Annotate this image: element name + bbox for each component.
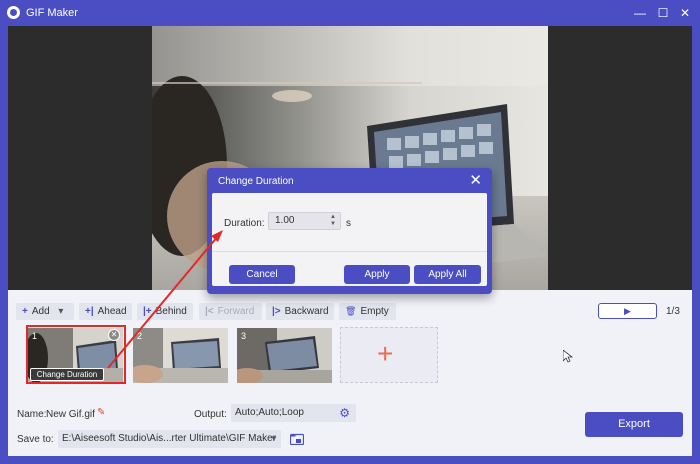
duration-label: Duration: (224, 218, 265, 229)
export-button[interactable]: Export (585, 412, 683, 437)
output-settings-field[interactable]: Auto;Auto;Loop ⚙ (231, 404, 356, 422)
app-logo-icon (7, 6, 20, 19)
forward-button-label: Forward (217, 306, 255, 317)
change-duration-button[interactable]: Change Duration (30, 368, 104, 381)
add-frame-slot[interactable]: + (340, 327, 438, 383)
frame-thumbnail[interactable]: 2 (133, 328, 228, 383)
duration-unit: s (346, 218, 351, 229)
apply-all-button[interactable]: Apply All (414, 265, 481, 284)
duration-value: 1.00 (275, 215, 295, 226)
frame-thumbnail[interactable]: 3 (237, 328, 332, 383)
remove-frame-icon[interactable]: ✕ (108, 329, 120, 341)
mouse-cursor-icon (563, 350, 573, 363)
behind-button[interactable]: |+ Behind (137, 303, 193, 320)
chevron-down-icon[interactable]: ▼ (267, 430, 281, 448)
close-window-button[interactable]: ✕ (676, 4, 694, 22)
backward-button[interactable]: |> Backward (266, 303, 334, 320)
dialog-title: Change Duration (218, 176, 294, 187)
minimize-button[interactable]: — (631, 4, 649, 22)
stepper-down-icon[interactable]: ▼ (329, 221, 337, 228)
open-folder-icon[interactable] (290, 433, 304, 445)
forward-button[interactable]: |< Forward (199, 303, 262, 320)
empty-button-label: Empty (360, 306, 389, 317)
apply-button[interactable]: Apply (344, 265, 410, 284)
change-duration-dialog: Change Duration ✕ Duration: 1.00 ▲ ▼ s C… (207, 168, 492, 294)
cancel-button[interactable]: Cancel (229, 265, 295, 284)
frame-index: 2 (137, 331, 143, 341)
gif-name-value: New Gif.gif (46, 409, 95, 420)
ahead-button[interactable]: +| Ahead (79, 303, 132, 320)
gif-maker-window: GIF Maker — ☐ ✕ + Add ▾ +| Ahead |+ Behi… (0, 0, 700, 464)
save-path-value: E:\Aiseesoft Studio\Ais...rter Ultimate\… (62, 433, 276, 444)
duration-stepper[interactable]: ▲ ▼ (329, 214, 337, 228)
dialog-divider (212, 251, 487, 252)
maximize-button[interactable]: ☐ (654, 4, 672, 22)
add-button-label: Add (31, 306, 50, 317)
output-label: Output: (194, 409, 227, 420)
empty-button[interactable]: 🗑 Empty (339, 303, 396, 320)
plus-icon: + (377, 338, 394, 369)
save-path-select[interactable]: E:\Aiseesoft Studio\Ais...rter Ultimate\… (58, 430, 281, 448)
editor-panel: + Add ▾ +| Ahead |+ Behind |< Forward |> Back… (8, 290, 692, 456)
dialog-body: Duration: 1.00 ▲ ▼ s Cancel Apply Apply … (212, 193, 487, 286)
trash-icon: 🗑 (345, 306, 357, 316)
add-icon: + (22, 306, 28, 317)
close-icon[interactable]: ✕ (469, 173, 482, 188)
play-button[interactable]: ▶ (598, 303, 657, 319)
frame-index: 3 (241, 331, 247, 341)
gear-icon[interactable]: ⚙ (339, 406, 350, 420)
ahead-button-label: Ahead (97, 306, 127, 317)
insert-ahead-icon: +| (85, 306, 94, 317)
chevron-down-icon[interactable]: ▾ (58, 306, 63, 317)
insert-behind-icon: |+ (143, 306, 152, 317)
edit-name-icon[interactable]: ✎ (97, 407, 105, 418)
move-forward-icon: |< (205, 306, 214, 317)
output-settings-value: Auto;Auto;Loop (235, 407, 304, 418)
behind-button-label: Behind (155, 306, 187, 317)
save-to-label: Save to: (17, 434, 54, 445)
frame-counter: 1/3 (666, 306, 680, 317)
move-backward-icon: |> (272, 306, 281, 317)
add-button[interactable]: + Add ▾ (16, 303, 74, 320)
backward-button-label: Backward (284, 306, 329, 317)
name-label: Name: (17, 409, 47, 420)
duration-input[interactable]: 1.00 ▲ ▼ (268, 212, 341, 230)
title-bar: GIF Maker — ☐ ✕ (0, 0, 700, 26)
window-title: GIF Maker (26, 7, 78, 19)
stepper-up-icon[interactable]: ▲ (329, 214, 337, 221)
play-icon: ▶ (624, 306, 631, 316)
